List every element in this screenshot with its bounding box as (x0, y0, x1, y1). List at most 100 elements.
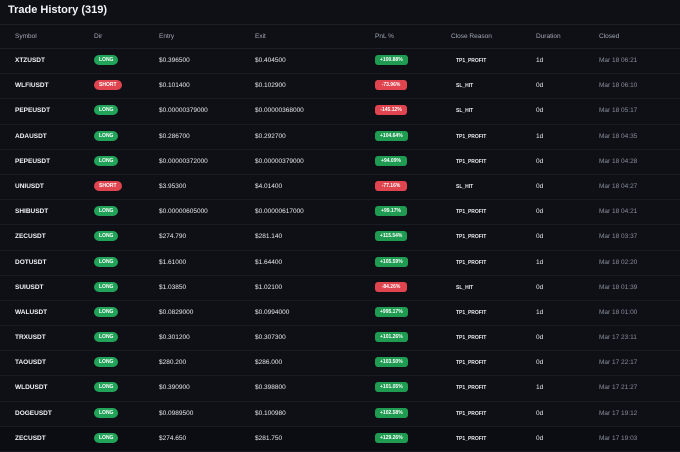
cell-duration: 0d (536, 107, 544, 115)
cell-exit: $281.750 (255, 434, 283, 442)
cell-entry: $274.650 (159, 434, 187, 442)
cell-exit: $0.100980 (255, 409, 286, 417)
direction-badge: SHORT (94, 180, 122, 191)
table-row[interactable]: SHIBUSDT LONG $0.00000605000 $0.00000617000… (0, 200, 680, 226)
cell-duration: 1d (536, 132, 544, 140)
cell-entry: $0.00000372000 (159, 157, 208, 165)
cell-entry: $1.03850 (159, 283, 187, 291)
table-row[interactable]: WALUSDT LONG $0.0829000 $0.0994000 +995.17% T… (0, 301, 680, 327)
cell-closed-time: Mar 18 03:37 (599, 233, 638, 241)
cell-close-reason: TP1_PROFIT (456, 335, 487, 342)
cell-direction: LONG (94, 256, 119, 267)
cell-closed-time: Mar 18 05:17 (599, 107, 638, 115)
table-row[interactable]: WLDUSDT LONG $0.390900 $0.398800 +101.05% TP1… (0, 376, 680, 402)
cell-direction: LONG (94, 432, 119, 443)
column-header-symbol[interactable]: Symbol (15, 33, 37, 40)
cell-entry: $280.200 (159, 359, 187, 367)
direction-badge: LONG (94, 155, 119, 166)
cell-closed-time: Mar 18 04:28 (599, 157, 638, 165)
direction-badge: LONG (94, 332, 119, 343)
column-header-entry[interactable]: Entry (159, 33, 174, 40)
cell-closed-time: Mar 17 22:17 (599, 359, 638, 367)
table-row[interactable]: DOTUSDT LONG $1.61000 $1.64400 +105.59% TP1_P… (0, 251, 680, 276)
cell-entry: $0.00000605000 (159, 208, 208, 216)
direction-badge: LONG (94, 55, 119, 65)
pnl-badge: -77.16% (375, 180, 407, 191)
pnl-badge: +129.26% (375, 432, 408, 443)
table-row[interactable]: PEPEUSDT LONG $0.00000372000 $0.00000379000… (0, 150, 680, 175)
cell-pnl: +129.26% (375, 432, 408, 443)
trade-table-body: XTZUSDT LONG $0.396500 $0.404500 +100.88% TP1… (0, 49, 680, 452)
cell-duration: 1d (536, 258, 544, 266)
column-header-pnl[interactable]: PnL % (375, 33, 394, 40)
cell-closed-time: Mar 18 01:00 (599, 308, 638, 316)
direction-badge: LONG (94, 231, 119, 242)
cell-exit: $281.140 (255, 233, 283, 241)
table-row[interactable]: DOGEUSDT LONG $0.0989500 $0.100980 +102.58% T… (0, 402, 680, 427)
pnl-badge: +102.58% (375, 407, 408, 418)
direction-badge: LONG (94, 206, 119, 217)
table-row[interactable]: WLFIUSDT SHORT $0.101400 $0.102900 -73.96% SL… (0, 74, 680, 100)
cell-exit: $0.00000617000 (255, 208, 304, 216)
cell-pnl: +101.05% (375, 382, 408, 393)
cell-pnl: +105.59% (375, 256, 408, 267)
direction-badge: LONG (94, 256, 119, 267)
table-row[interactable]: PEPEUSDT LONG $0.00000379000 $0.00000368000… (0, 99, 680, 125)
cell-exit: $0.102900 (255, 82, 286, 90)
cell-symbol: DOTUSDT (15, 258, 47, 266)
table-row[interactable]: SUIUSDT LONG $1.03850 $1.02100 -84.26% SL_HIT… (0, 276, 680, 301)
cell-pnl: -145.12% (375, 105, 407, 116)
cell-closed-time: Mar 18 06:21 (599, 57, 638, 64)
cell-duration: 0d (536, 82, 544, 90)
cell-pnl: +99.17% (375, 206, 407, 217)
table-row[interactable]: UNIUSDT SHORT $3.95300 $4.01400 -77.16% SL_HI… (0, 175, 680, 201)
cell-direction: LONG (94, 105, 119, 116)
column-header-duration[interactable]: Duration (536, 33, 561, 40)
cell-direction: LONG (94, 130, 119, 141)
cell-close-reason: TP1_PROFIT (456, 360, 487, 367)
cell-duration: 0d (536, 283, 544, 291)
cell-exit: $0.00000368000 (255, 107, 304, 115)
cell-entry: $0.301200 (159, 334, 190, 342)
cell-closed-time: Mar 17 19:03 (599, 434, 638, 442)
table-row[interactable]: TAOUSDT LONG $280.200 $286.000 +103.50% TP1_P… (0, 351, 680, 377)
column-header-exit[interactable]: Exit (255, 33, 266, 40)
cell-duration: 0d (536, 409, 544, 417)
cell-closed-time: Mar 18 04:27 (599, 182, 638, 190)
table-row[interactable]: XTZUSDT LONG $0.396500 $0.404500 +100.88% TP1… (0, 49, 680, 75)
cell-entry: $0.390900 (159, 384, 190, 392)
cell-pnl: +94.09% (375, 155, 407, 166)
pnl-badge: +105.59% (375, 256, 408, 267)
cell-close-reason: SL_HIT (456, 284, 474, 291)
cell-pnl: +101.26% (375, 332, 408, 343)
table-row[interactable]: ZECUSDT LONG $274.790 $281.140 +115.54% TP1_P… (0, 225, 680, 251)
cell-symbol: ZECUSDT (15, 434, 46, 442)
cell-symbol: ADAUSDT (15, 132, 47, 140)
cell-close-reason: TP1_PROFIT (456, 385, 487, 392)
direction-badge: LONG (94, 130, 119, 141)
table-row[interactable]: TRXUSDT LONG $0.301200 $0.307300 +101.26% TP1… (0, 326, 680, 352)
table-row[interactable]: ADAUSDT LONG $0.286700 $0.292700 +104.64% TP1… (0, 125, 680, 150)
cell-duration: 1d (536, 57, 544, 64)
cell-close-reason: TP1_PROFIT (456, 158, 487, 165)
column-header-dir[interactable]: Dir (94, 33, 102, 40)
cell-direction: LONG (94, 55, 119, 65)
pnl-badge: +115.54% (375, 231, 408, 242)
direction-badge: LONG (94, 105, 119, 116)
direction-badge: LONG (94, 382, 119, 393)
cell-entry: $1.61000 (159, 258, 187, 266)
direction-badge: LONG (94, 281, 119, 292)
cell-symbol: XTZUSDT (15, 57, 45, 64)
cell-exit: $1.02100 (255, 283, 283, 291)
cell-pnl: -77.16% (375, 180, 407, 191)
cell-direction: LONG (94, 281, 119, 292)
cell-exit: $4.01400 (255, 182, 283, 190)
pnl-badge: +101.26% (375, 332, 408, 343)
column-header-closed[interactable]: Closed (599, 33, 619, 40)
cell-exit: $0.398800 (255, 384, 286, 392)
cell-pnl: -73.96% (375, 80, 407, 91)
cell-exit: $0.404500 (255, 57, 286, 64)
column-header-close-reason[interactable]: Close Reason (451, 33, 492, 40)
table-row[interactable]: ZECUSDT LONG $274.650 $281.750 +129.26% TP1_P… (0, 427, 680, 452)
cell-exit: $1.64400 (255, 258, 283, 266)
